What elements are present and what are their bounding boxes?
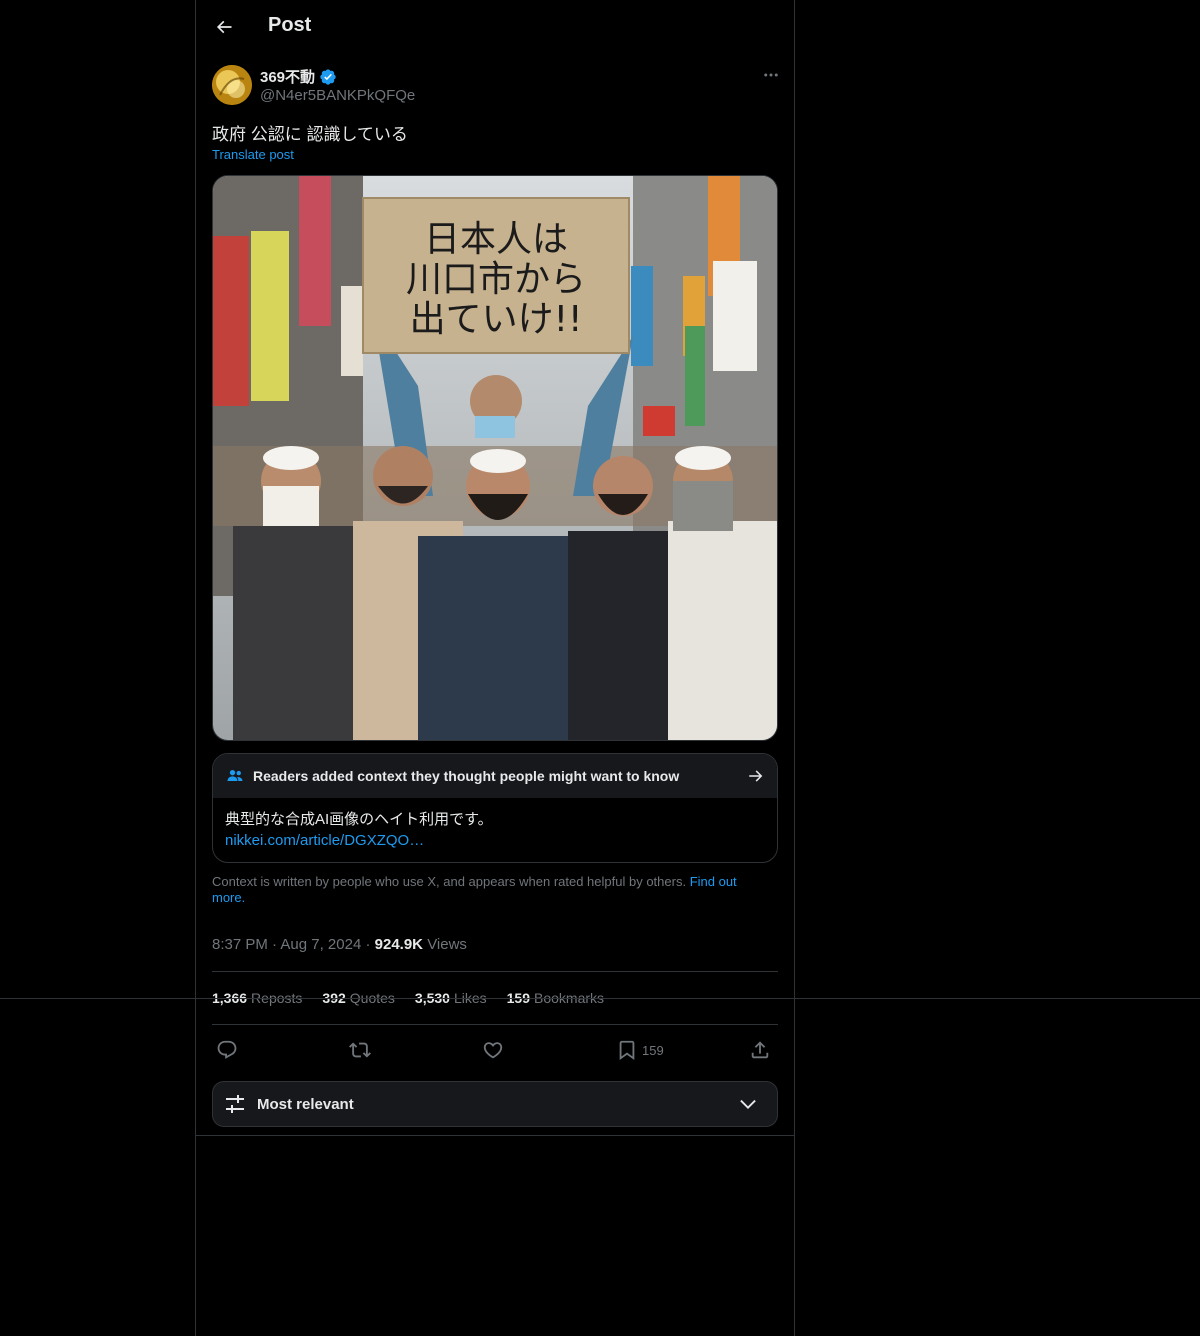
people-icon bbox=[227, 770, 243, 781]
bookmark-count: 159 bbox=[642, 1042, 664, 1058]
avatar-image bbox=[212, 65, 252, 105]
verified-badge-icon bbox=[320, 68, 336, 85]
post-meta: 8:37 PM · Aug 7, 2024 · 924.9K Views bbox=[212, 936, 467, 953]
like-button[interactable] bbox=[482, 1036, 504, 1064]
back-button[interactable] bbox=[208, 11, 240, 43]
community-note-footer-text: Context is written by people who use X, … bbox=[212, 874, 687, 889]
share-button[interactable] bbox=[749, 1036, 771, 1064]
action-bar: 159 bbox=[212, 1034, 778, 1066]
community-note-footer: Context is written by people who use X, … bbox=[212, 874, 772, 906]
author-name[interactable]: 369不動 bbox=[260, 66, 337, 87]
sign-line-1: 日本人は bbox=[424, 219, 568, 260]
bookmark-icon bbox=[619, 1040, 635, 1061]
translate-post-link[interactable]: Translate post bbox=[212, 147, 294, 162]
heart-icon bbox=[483, 1042, 503, 1059]
top-bar: Post bbox=[196, 0, 794, 54]
post-time[interactable]: 8:37 PM bbox=[212, 936, 268, 953]
views-count: 924.9K bbox=[374, 936, 424, 953]
community-note-header[interactable]: Readers added context they thought peopl… bbox=[213, 754, 777, 798]
views-label: Views bbox=[427, 936, 467, 953]
arrow-right-icon bbox=[749, 770, 763, 782]
share-icon bbox=[751, 1041, 769, 1059]
community-note-link[interactable]: nikkei.com/article/DGXZQO… bbox=[225, 830, 765, 851]
divider bbox=[212, 971, 778, 972]
bookmark-button[interactable]: 159 bbox=[616, 1036, 664, 1064]
repost-button[interactable] bbox=[349, 1036, 371, 1064]
repost-icon bbox=[349, 1042, 371, 1058]
reply-button[interactable] bbox=[216, 1036, 238, 1064]
author-display-name: 369不動 bbox=[260, 69, 316, 86]
replies-sort-dropdown[interactable]: Most relevant bbox=[212, 1081, 778, 1127]
community-note: Readers added context they thought peopl… bbox=[212, 753, 778, 863]
back-arrow-icon bbox=[216, 20, 232, 34]
post-image[interactable]: 日本人は 川口市から 出ていけ!! bbox=[212, 175, 778, 741]
more-options-button[interactable] bbox=[758, 64, 784, 86]
post-date[interactable]: Aug 7, 2024 bbox=[280, 936, 361, 953]
page-title: Post bbox=[268, 14, 312, 36]
chevron-down-icon bbox=[740, 1099, 756, 1109]
post-text: 政府 公認に 認識している bbox=[212, 125, 408, 144]
author-handle[interactable]: @N4er5BANKPkQFQe bbox=[260, 87, 415, 104]
sign-line-3: 出ていけ!! bbox=[410, 299, 583, 340]
sliders-icon bbox=[226, 1095, 244, 1113]
page-divider bbox=[0, 998, 1200, 999]
community-note-text: 典型的な合成AI画像のヘイト利用です。 bbox=[225, 811, 493, 828]
more-dots-icon bbox=[764, 73, 778, 77]
reply-icon bbox=[217, 1040, 237, 1059]
divider bbox=[212, 1024, 778, 1025]
avatar[interactable] bbox=[212, 65, 252, 105]
protest-photo: 日本人は 川口市から 出ていけ!! bbox=[213, 176, 777, 740]
column-divider bbox=[195, 1135, 795, 1136]
replies-sort-label: Most relevant bbox=[257, 1095, 354, 1113]
sign-line-2: 川口市から bbox=[406, 259, 586, 300]
community-note-heading: Readers added context they thought peopl… bbox=[253, 768, 680, 784]
